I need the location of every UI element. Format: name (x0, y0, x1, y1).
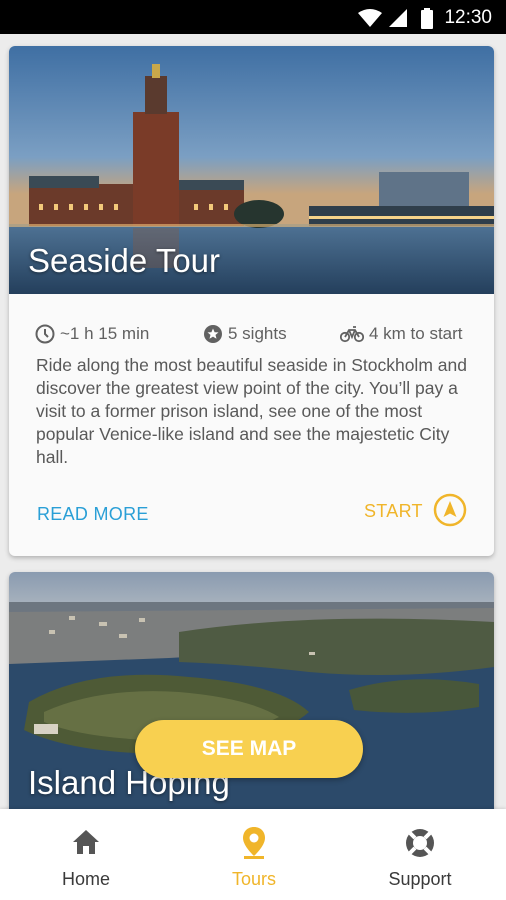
see-map-button[interactable]: SEE MAP (135, 720, 363, 778)
clock-time: 12:30 (444, 7, 492, 28)
nav-label: Tours (231, 869, 276, 889)
read-more-button[interactable]: READ MORE (37, 504, 149, 525)
tour-hero-image[interactable]: Seaside Tour (9, 46, 494, 294)
tour-card-seaside[interactable]: Seaside Tour ~1 h 15 min 5 sights 4 km t… (9, 46, 494, 556)
wifi-icon (358, 9, 382, 27)
duration-text: ~1 h 15 min (60, 324, 150, 343)
tour-description: Ride along the most beautiful seaside in… (36, 355, 467, 467)
navigation-arrow-icon[interactable] (433, 493, 467, 527)
bottom-navigation: Home Tours Support (0, 809, 506, 900)
tour-list[interactable]: Seaside Tour ~1 h 15 min 5 sights 4 km t… (0, 34, 506, 809)
nav-label: Support (388, 869, 452, 889)
sights-text: 5 sights (228, 324, 287, 343)
tour-title: Seaside Tour (28, 242, 221, 279)
nav-label: Home (61, 869, 110, 889)
status-bar: 12:30 (0, 0, 506, 34)
lifebuoy-icon (406, 829, 434, 857)
location-pin-icon (243, 827, 265, 859)
cell-signal-icon (389, 9, 407, 27)
nav-item-home[interactable]: Home (2, 809, 170, 900)
clock-icon (35, 324, 55, 344)
sights-info: 5 sights (203, 324, 287, 344)
bicycle-icon (340, 326, 364, 343)
distance-info: 4 km to start (340, 324, 463, 344)
distance-text: 4 km to start (369, 324, 463, 343)
battery-icon (421, 8, 433, 29)
nav-item-support[interactable]: Support (336, 809, 504, 900)
duration-info: ~1 h 15 min (35, 324, 149, 344)
nav-item-tours[interactable]: Tours (170, 809, 338, 900)
home-icon (73, 830, 99, 854)
start-button[interactable]: START (364, 501, 423, 522)
star-badge-icon (204, 325, 222, 343)
